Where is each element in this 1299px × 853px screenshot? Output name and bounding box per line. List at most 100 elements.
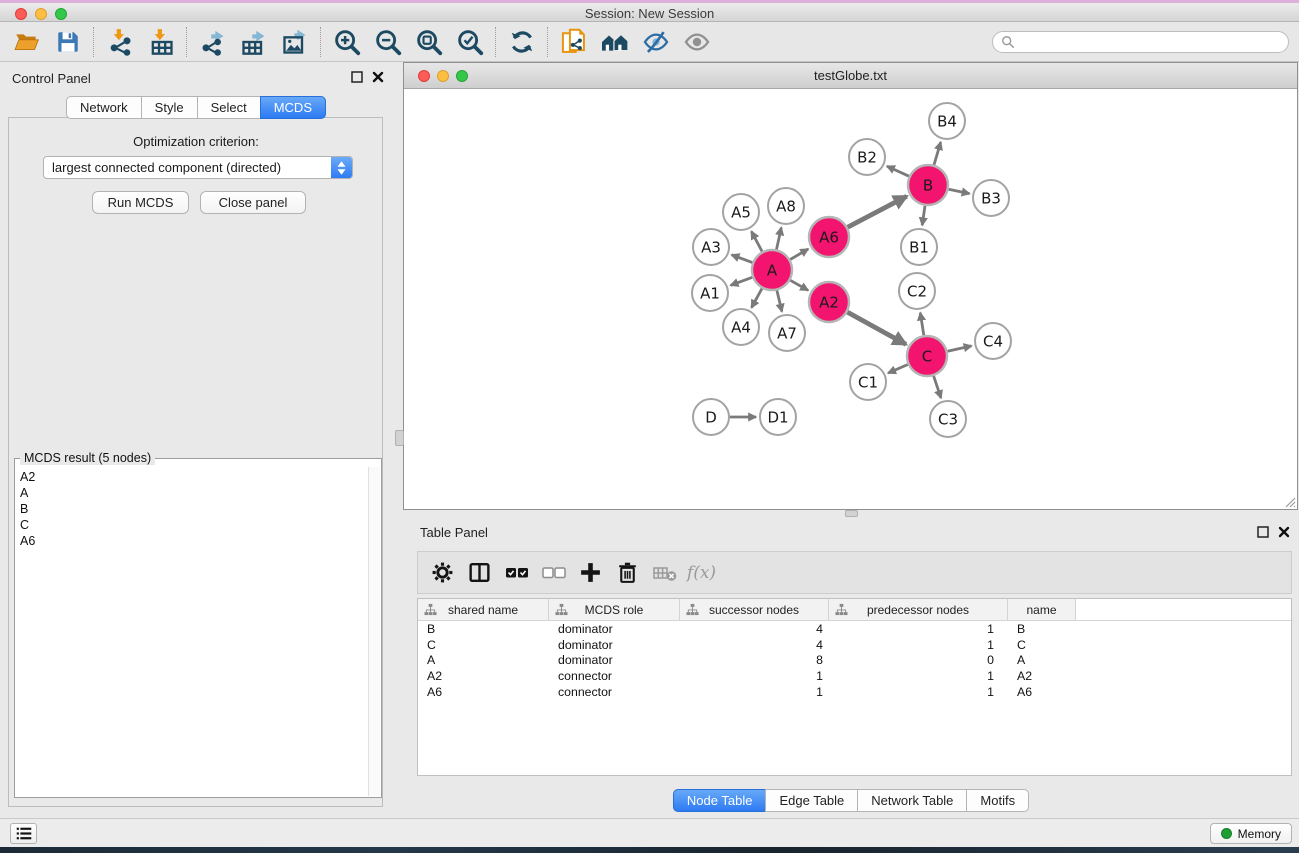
edge-A-A5[interactable] (751, 231, 762, 251)
result-item[interactable]: A6 (20, 533, 368, 549)
node-A5[interactable]: A5 (723, 194, 759, 230)
export-table-icon[interactable] (233, 25, 274, 59)
zoom-out-icon[interactable] (367, 25, 408, 59)
zoom-fit-icon[interactable] (408, 25, 449, 59)
select-all-icon[interactable] (498, 555, 535, 591)
mcds-result-list[interactable]: A2ABCA6 (16, 467, 368, 796)
edge-A-A3[interactable] (732, 255, 753, 263)
tab-motifs[interactable]: Motifs (966, 789, 1029, 812)
table-row[interactable]: Cdominator41C (418, 637, 1291, 653)
node-A3[interactable]: A3 (693, 229, 729, 265)
zoom-selected-icon[interactable] (449, 25, 490, 59)
export-network-icon[interactable] (192, 25, 233, 59)
tab-node-table[interactable]: Node Table (673, 789, 767, 812)
edge-A6-B[interactable] (848, 196, 907, 227)
edge-B-B4[interactable] (934, 142, 941, 165)
split-divider-handle-bottom[interactable] (845, 510, 858, 517)
split-divider-handle-left[interactable] (395, 430, 404, 446)
column-header-shared-name[interactable]: shared name (418, 599, 549, 620)
gear-icon[interactable] (424, 555, 461, 591)
resize-grip-icon[interactable] (1282, 494, 1296, 508)
table-row[interactable]: Adominator80A (418, 652, 1291, 668)
node-A2[interactable]: A2 (809, 282, 849, 322)
node-C[interactable]: C (907, 336, 947, 376)
new-network-from-selection-icon[interactable] (553, 25, 594, 59)
tab-edge-table[interactable]: Edge Table (765, 789, 858, 812)
node-B2[interactable]: B2 (849, 139, 885, 175)
edge-A2-C[interactable] (847, 312, 906, 344)
cybrowser-home-icon[interactable] (594, 25, 635, 59)
edge-A-A6[interactable] (790, 249, 808, 260)
export-image-icon[interactable] (274, 25, 315, 59)
edge-B-B3[interactable] (949, 189, 970, 193)
node-B[interactable]: B (908, 165, 948, 205)
result-scrollbar[interactable] (368, 467, 380, 796)
result-item[interactable]: A2 (20, 469, 368, 485)
criterion-dropdown[interactable]: largest connected component (directed) (43, 156, 353, 179)
close-panel-button[interactable]: Close panel (200, 191, 306, 214)
tab-style[interactable]: Style (141, 96, 198, 119)
tab-select[interactable]: Select (197, 96, 261, 119)
show-graphics-details-icon[interactable] (676, 25, 717, 59)
edge-A-A7[interactable] (777, 290, 782, 311)
column-header-name[interactable]: name (1008, 599, 1076, 620)
table-row[interactable]: A2connector11A2 (418, 668, 1291, 684)
tab-network-table[interactable]: Network Table (857, 789, 967, 812)
zoom-in-icon[interactable] (326, 25, 367, 59)
import-table-icon[interactable] (140, 25, 181, 59)
node-B1[interactable]: B1 (901, 229, 937, 265)
node-B4[interactable]: B4 (929, 103, 965, 139)
save-session-icon[interactable] (47, 25, 88, 59)
edge-B-B1[interactable] (922, 206, 925, 225)
node-A8[interactable]: A8 (768, 188, 804, 224)
edge-A-A8[interactable] (777, 228, 782, 250)
close-panel-icon[interactable] (372, 71, 384, 83)
tab-network[interactable]: Network (66, 96, 142, 119)
edge-A-A1[interactable] (731, 277, 753, 285)
node-C2[interactable]: C2 (899, 273, 935, 309)
node-D[interactable]: D (693, 399, 729, 435)
edge-C-C4[interactable] (948, 346, 972, 351)
search-input[interactable] (992, 31, 1289, 53)
node-A[interactable]: A (752, 250, 792, 290)
add-icon[interactable] (572, 555, 609, 591)
result-item[interactable]: C (20, 517, 368, 533)
node-B3[interactable]: B3 (973, 180, 1009, 216)
run-mcds-button[interactable]: Run MCDS (92, 191, 189, 214)
network-graph[interactable]: A B C A6 A2 A1 A3 A4 A5 A7 A8 B1 B2 B3 B4 C1 C2 C3 C4 D D1 (404, 89, 1297, 509)
node-A4[interactable]: A4 (723, 309, 759, 345)
memory-button[interactable]: Memory (1210, 823, 1292, 844)
float-table-panel-icon[interactable] (1257, 526, 1269, 538)
table-row[interactable]: A6connector11A6 (418, 684, 1291, 700)
tab-mcds[interactable]: MCDS (260, 96, 326, 119)
edge-C-C3[interactable] (934, 376, 941, 398)
close-table-panel-icon[interactable] (1278, 526, 1290, 538)
network-canvas[interactable]: A B C A6 A2 A1 A3 A4 A5 A7 A8 B1 B2 B3 B4 C1 C2 C3 C4 D D1 (404, 89, 1297, 509)
open-session-icon[interactable] (6, 25, 47, 59)
edge-B-B2[interactable] (887, 166, 909, 176)
hide-graphics-details-icon[interactable] (635, 25, 676, 59)
deselect-all-icon[interactable] (535, 555, 572, 591)
edge-C-C1[interactable] (888, 365, 908, 374)
column-header-successor-nodes[interactable]: successor nodes (680, 599, 829, 620)
task-history-button[interactable] (10, 823, 37, 844)
edge-C-C2[interactable] (920, 313, 924, 336)
delete-icon[interactable] (609, 555, 646, 591)
search-field[interactable] (1015, 35, 1280, 49)
float-panel-icon[interactable] (351, 71, 363, 83)
node-A6[interactable]: A6 (809, 217, 849, 257)
node-D1[interactable]: D1 (760, 399, 796, 435)
result-item[interactable]: B (20, 501, 368, 517)
node-C3[interactable]: C3 (930, 401, 966, 437)
column-header-predecessor-nodes[interactable]: predecessor nodes (829, 599, 1008, 620)
node-A7[interactable]: A7 (769, 315, 805, 351)
column-icon[interactable] (461, 555, 498, 591)
import-network-icon[interactable] (99, 25, 140, 59)
refresh-icon[interactable] (501, 25, 542, 59)
node-C4[interactable]: C4 (975, 323, 1011, 359)
result-item[interactable]: A (20, 485, 368, 501)
column-header-mcds-role[interactable]: MCDS role (549, 599, 680, 620)
node-C1[interactable]: C1 (850, 364, 886, 400)
node-A1[interactable]: A1 (692, 275, 728, 311)
edge-A-A2[interactable] (790, 280, 808, 290)
